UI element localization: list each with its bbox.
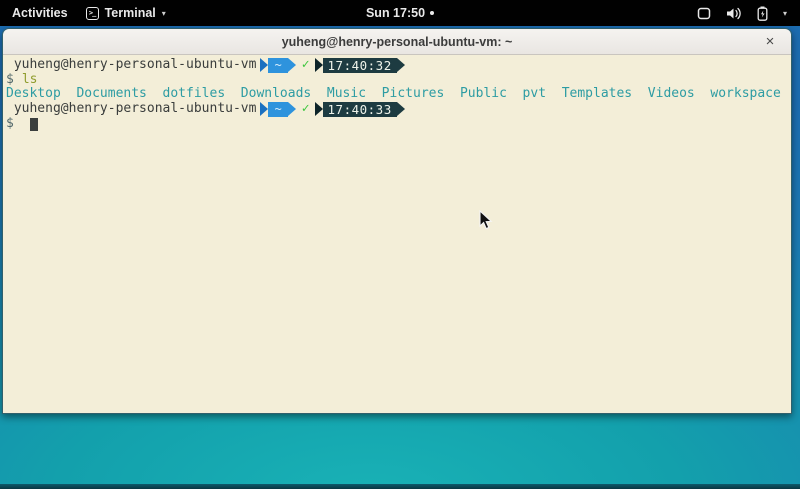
- window-titlebar[interactable]: yuheng@henry-personal-ubuntu-vm: ~ ×: [3, 29, 791, 55]
- clock[interactable]: Sun 17:50: [366, 6, 425, 20]
- notification-dot-icon: [430, 11, 434, 15]
- prompt-path: ~: [268, 102, 287, 117]
- system-status-area[interactable]: ▾: [697, 6, 800, 21]
- prompt-user-host: yuheng@henry-personal-ubuntu-vm: [6, 58, 256, 73]
- status-check-icon: ✓: [302, 102, 310, 117]
- volume-icon: [726, 7, 742, 20]
- prompt-time: 17:40:33: [323, 102, 397, 117]
- prompt-time-segment: 17:40:32: [315, 58, 405, 73]
- prompt-symbol: $: [6, 73, 14, 88]
- close-icon[interactable]: ×: [761, 33, 779, 51]
- powerline-arrow-icon: [315, 58, 323, 72]
- terminal-command-line: $ ls: [6, 73, 788, 88]
- activities-button[interactable]: Activities: [12, 6, 68, 20]
- prompt-symbol: $: [6, 117, 14, 132]
- powerline-arrow-icon: [288, 58, 296, 72]
- terminal-cursor: [30, 118, 38, 131]
- desktop-bottom-edge: [0, 484, 800, 489]
- powerline-arrow-icon: [315, 102, 323, 116]
- terminal-input-line[interactable]: $: [6, 117, 788, 132]
- prompt-path-segment: ~: [260, 58, 295, 73]
- battery-charging-icon: [757, 6, 768, 21]
- prompt-time: 17:40:32: [323, 58, 397, 73]
- terminal-output-directories: Desktop Documents dotfiles Downloads Mus…: [6, 87, 788, 102]
- prompt-path-segment: ~: [260, 102, 295, 117]
- prompt-path: ~: [268, 58, 287, 73]
- prompt-time-segment: 17:40:33: [315, 102, 405, 117]
- chevron-down-icon: ▾: [783, 9, 787, 18]
- powerline-arrow-icon: [288, 102, 296, 116]
- terminal-content[interactable]: yuheng@henry-personal-ubuntu-vm ~ ✓ 17:4…: [3, 55, 791, 413]
- window-title: yuheng@henry-personal-ubuntu-vm: ~: [3, 35, 791, 49]
- powerline-arrow-icon: [397, 102, 405, 116]
- powerline-arrow-icon: [397, 58, 405, 72]
- powerline-arrow-icon: [260, 58, 268, 72]
- prompt-user-host: yuheng@henry-personal-ubuntu-vm: [6, 102, 256, 117]
- screen-icon: [697, 7, 711, 20]
- chevron-down-icon: ▾: [162, 9, 166, 18]
- command-text: ls: [22, 73, 38, 88]
- top-bar: Activities >_ Terminal ▾ Sun 17:50 ▾: [0, 0, 800, 26]
- app-menu-label: Terminal: [105, 6, 156, 20]
- terminal-prompt-line: yuheng@henry-personal-ubuntu-vm ~ ✓ 17:4…: [6, 58, 788, 73]
- powerline-arrow-icon: [260, 102, 268, 116]
- terminal-prompt-line: yuheng@henry-personal-ubuntu-vm ~ ✓ 17:4…: [6, 102, 788, 117]
- terminal-app-icon: >_: [86, 7, 99, 20]
- status-check-icon: ✓: [302, 58, 310, 73]
- terminal-window: yuheng@henry-personal-ubuntu-vm: ~ × yuh…: [2, 28, 792, 414]
- app-menu[interactable]: >_ Terminal ▾: [86, 6, 166, 20]
